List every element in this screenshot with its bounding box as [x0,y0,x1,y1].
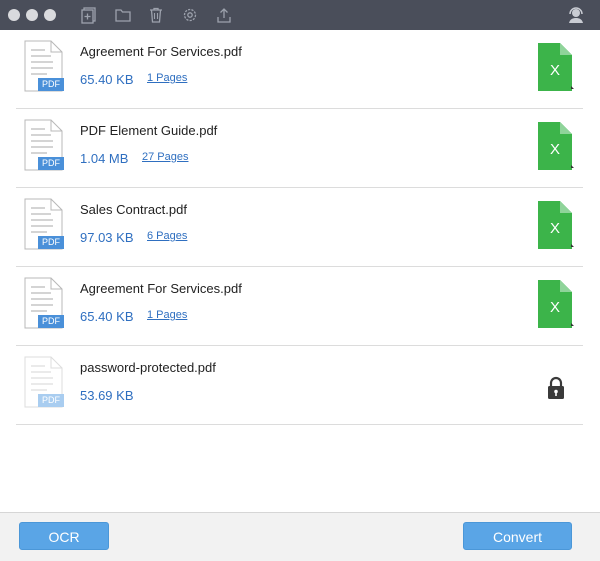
close-window-button[interactable] [8,9,20,21]
excel-output-icon[interactable]: X [536,200,574,250]
folder-icon[interactable] [114,6,132,24]
excel-output-icon[interactable]: X [536,121,574,171]
file-row[interactable]: PDF PDF Element Guide.pdf 1.04 MB 27 Pag… [16,109,583,188]
trash-icon[interactable] [147,6,165,24]
page-range-link[interactable]: 1 Pages [147,309,187,321]
file-row[interactable]: PDF Agreement For Services.pdf 65.40 KB … [16,30,583,109]
file-list: PDF Agreement For Services.pdf 65.40 KB … [0,30,600,512]
file-size: 97.03 KB [80,230,134,245]
file-size: 1.04 MB [80,151,129,166]
pdf-file-icon: PDF [24,277,64,329]
footer-bar: OCR Convert [0,512,600,561]
file-row[interactable]: PDF password-protected.pdf 53.69 KB [16,346,583,425]
ocr-button[interactable]: OCR [19,522,109,550]
add-file-icon[interactable] [80,6,98,24]
excel-letter: X [549,62,560,79]
pdf-badge: PDF [42,158,60,168]
support-icon[interactable] [566,6,584,24]
lock-icon[interactable] [546,376,566,400]
excel-letter: X [549,299,560,316]
excel-letter: X [549,141,560,158]
pdf-file-icon: PDF [24,198,64,250]
excel-output-icon[interactable]: X [536,42,574,92]
page-range-link[interactable]: 27 Pages [142,151,188,163]
upload-icon[interactable] [215,6,233,24]
page-range-link[interactable]: 6 Pages [147,230,187,242]
file-size: 53.69 KB [80,388,134,403]
pdf-badge: PDF [42,395,60,405]
file-name: PDF Element Guide.pdf [80,123,218,138]
zoom-window-button[interactable] [44,9,56,21]
pdf-file-icon: PDF [24,40,64,92]
file-row[interactable]: PDF Agreement For Services.pdf 65.40 KB … [16,267,583,346]
file-size: 65.40 KB [80,309,134,324]
file-name: Sales Contract.pdf [80,202,187,217]
pdf-badge: PDF [42,237,60,247]
file-name: Agreement For Services.pdf [80,44,242,59]
page-range-link[interactable]: 1 Pages [147,72,187,84]
minimize-window-button[interactable] [26,9,38,21]
title-bar [0,0,600,30]
file-name: password-protected.pdf [80,360,216,375]
excel-output-icon[interactable]: X [536,279,574,329]
pdf-file-icon: PDF [24,356,64,408]
pdf-badge: PDF [42,79,60,89]
file-row[interactable]: PDF Sales Contract.pdf 97.03 KB 6 Pages … [16,188,583,267]
pdf-badge: PDF [42,316,60,326]
file-name: Agreement For Services.pdf [80,281,242,296]
file-size: 65.40 KB [80,72,134,87]
excel-letter: X [549,220,560,237]
pdf-file-icon: PDF [24,119,64,171]
settings-icon[interactable] [181,6,199,24]
convert-button[interactable]: Convert [463,522,572,550]
